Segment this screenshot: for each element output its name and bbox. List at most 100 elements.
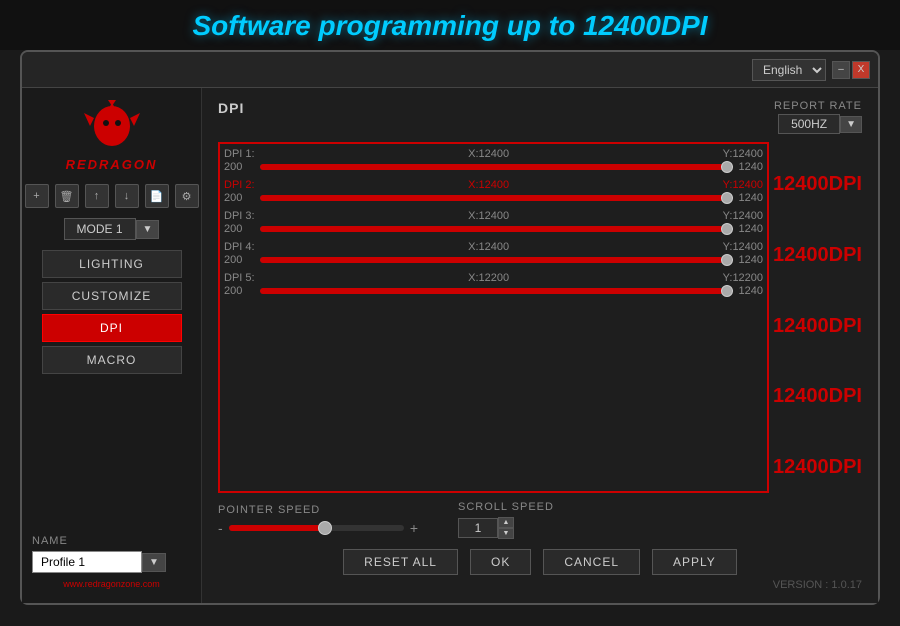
pointer-speed-label: POINTER SPEED xyxy=(218,504,418,516)
dpi-row-1-header: DPI 1: X:12400 Y:12400 xyxy=(224,148,763,160)
nav-customize[interactable]: CUSTOMIZE xyxy=(42,282,182,310)
name-input-row: ▼ xyxy=(32,551,191,573)
dpi-max-label-2: 1240 xyxy=(739,192,763,204)
delete-icon[interactable]: 🗑 xyxy=(55,184,79,208)
speed-row: POINTER SPEED - + SCROLL SPEED xyxy=(218,501,862,539)
pointer-thumb[interactable] xyxy=(318,521,332,535)
cancel-button[interactable]: CANCEL xyxy=(543,549,640,575)
cloud-download-icon[interactable]: ↓ xyxy=(115,184,139,208)
scroll-speed-label: SCROLL SPEED xyxy=(458,501,554,513)
dpi-value-2: 200 xyxy=(224,192,254,204)
main-frame: English – X xyxy=(20,50,880,605)
dpi-slider-thumb-3[interactable] xyxy=(721,223,733,235)
dpi-slider-thumb-4[interactable] xyxy=(721,254,733,266)
scroll-input-row: ▲ ▼ xyxy=(458,517,554,539)
profile-name-input[interactable] xyxy=(32,551,142,573)
dpi-slider-row-2: 200 1240 xyxy=(224,192,763,204)
dpi-slider-row-1: 200 1240 xyxy=(224,161,763,173)
dpi-row-5-header: DPI 5: X:12200 Y:12200 xyxy=(224,272,763,284)
pointer-fill xyxy=(229,525,325,531)
nav-lighting[interactable]: LIGHTING xyxy=(42,250,182,278)
dpi-slider-fill-4 xyxy=(260,257,723,263)
nav-macro[interactable]: MACRO xyxy=(42,346,182,374)
dpi-row-4-header: DPI 4: X:12400 Y:12400 xyxy=(224,241,763,253)
dpi-row-1-x: X:12400 xyxy=(468,148,509,160)
website-label: www.redragonzone.com xyxy=(32,579,191,589)
dpi-row-2-header: DPI 2: X:12400 Y:12400 xyxy=(224,179,763,191)
dpi-row-5: DPI 5: X:12200 Y:12200 200 1240 xyxy=(224,272,763,297)
dpi-row-1-y: Y:12400 xyxy=(723,148,763,160)
pointer-minus[interactable]: - xyxy=(218,520,223,536)
mode-arrow[interactable]: ▼ xyxy=(136,220,160,239)
pointer-plus[interactable]: + xyxy=(410,520,418,536)
scroll-arrows: ▲ ▼ xyxy=(498,517,514,539)
logo-area: REDRAGON xyxy=(66,98,158,172)
dpi-slider-thumb-2[interactable] xyxy=(721,192,733,204)
dpi-header-row: DPI REPORT RATE 500HZ ▼ xyxy=(218,100,862,134)
action-buttons: RESET ALL OK CANCEL APPLY xyxy=(218,549,862,575)
dpi-value-4: 200 xyxy=(224,254,254,266)
dpi-slider-thumb-1[interactable] xyxy=(721,161,733,173)
report-rate-select: 500HZ ▼ xyxy=(778,114,862,134)
report-rate-box: REPORT RATE 500HZ ▼ xyxy=(774,100,862,134)
scroll-up-button[interactable]: ▲ xyxy=(498,517,514,528)
content-area: REDRAGON + 🗑 ↑ ↓ 📄 ⚙ MODE 1 ▼ LIGHTING C… xyxy=(22,88,878,603)
dpi-slider-track-2[interactable] xyxy=(260,195,733,201)
dpi-max-label-3: 1240 xyxy=(739,223,763,235)
brand-name: REDRAGON xyxy=(66,157,158,172)
dpi-row-4: DPI 4: X:12400 Y:12400 200 1240 xyxy=(224,241,763,266)
pointer-track[interactable] xyxy=(229,525,404,531)
dragon-logo xyxy=(82,98,142,153)
dpi-row-2: DPI 2: X:12400 Y:12400 200 1240 xyxy=(224,179,763,204)
mode-select-row: MODE 1 ▼ xyxy=(64,218,160,240)
dpi-max-label-4: 1240 xyxy=(739,254,763,266)
close-button[interactable]: X xyxy=(852,61,870,79)
scroll-down-button[interactable]: ▼ xyxy=(498,528,514,539)
dpi-right-label-2: 12400DPI xyxy=(773,231,862,279)
dpi-slider-fill-1 xyxy=(260,164,723,170)
dpi-slider-track-5[interactable] xyxy=(260,288,733,294)
dpi-slider-row-3: 200 1240 xyxy=(224,223,763,235)
scroll-speed-group: SCROLL SPEED ▲ ▼ xyxy=(458,501,554,539)
dpi-right-labels: 12400DPI 12400DPI 12400DPI 12400DPI 1240… xyxy=(769,142,862,493)
frame-top: English – X xyxy=(22,52,878,88)
dpi-max-label-5: 1240 xyxy=(739,285,763,297)
icon-row: + 🗑 ↑ ↓ 📄 ⚙ xyxy=(25,184,199,208)
dpi-right-label-4: 12400DPI xyxy=(773,372,862,420)
dpi-slider-fill-5 xyxy=(260,288,723,294)
dpi-slider-track-3[interactable] xyxy=(260,226,733,232)
settings-icon[interactable]: ⚙ xyxy=(175,184,199,208)
dpi-row-1: DPI 1: X:12400 Y:12400 200 1240 xyxy=(224,148,763,173)
dpi-row-3-header: DPI 3: X:12400 Y:12400 xyxy=(224,210,763,222)
copy-icon[interactable]: 📄 xyxy=(145,184,169,208)
scroll-speed-input[interactable] xyxy=(458,518,498,538)
ok-button[interactable]: OK xyxy=(470,549,531,575)
dpi-row-2-label: DPI 2: xyxy=(224,179,255,191)
dpi-slider-track-1[interactable] xyxy=(260,164,733,170)
report-rate-value: 500HZ xyxy=(778,114,840,134)
apply-button[interactable]: APPLY xyxy=(652,549,737,575)
dpi-right-label-1: 12400DPI xyxy=(773,160,862,208)
cloud-upload-icon[interactable]: ↑ xyxy=(85,184,109,208)
dpi-row-4-label: DPI 4: xyxy=(224,241,255,253)
dpi-row-5-y: Y:12200 xyxy=(723,272,763,284)
title-bar: Software programming up to 12400DPI xyxy=(0,0,900,50)
name-section: NAME ▼ www.redragonzone.com xyxy=(32,535,191,593)
name-label: NAME xyxy=(32,535,191,547)
dpi-row-3: DPI 3: X:12400 Y:12400 200 1240 xyxy=(224,210,763,235)
nav-dpi[interactable]: DPI xyxy=(42,314,182,342)
language-select[interactable]: English xyxy=(752,59,826,81)
pointer-slider-row: - + xyxy=(218,520,418,536)
dpi-slider-row-4: 200 1240 xyxy=(224,254,763,266)
dpi-row-3-x: X:12400 xyxy=(468,210,509,222)
profile-arrow[interactable]: ▼ xyxy=(142,553,166,572)
minimize-button[interactable]: – xyxy=(832,61,850,79)
dpi-slider-thumb-5[interactable] xyxy=(721,285,733,297)
bottom-section: POINTER SPEED - + SCROLL SPEED xyxy=(218,501,862,591)
main-panel: DPI REPORT RATE 500HZ ▼ DPI 1: X xyxy=(202,88,878,603)
dpi-right-label-3: 12400DPI xyxy=(773,302,862,350)
dpi-slider-track-4[interactable] xyxy=(260,257,733,263)
add-profile-icon[interactable]: + xyxy=(25,184,49,208)
report-rate-arrow[interactable]: ▼ xyxy=(840,116,862,133)
reset-all-button[interactable]: RESET ALL xyxy=(343,549,458,575)
